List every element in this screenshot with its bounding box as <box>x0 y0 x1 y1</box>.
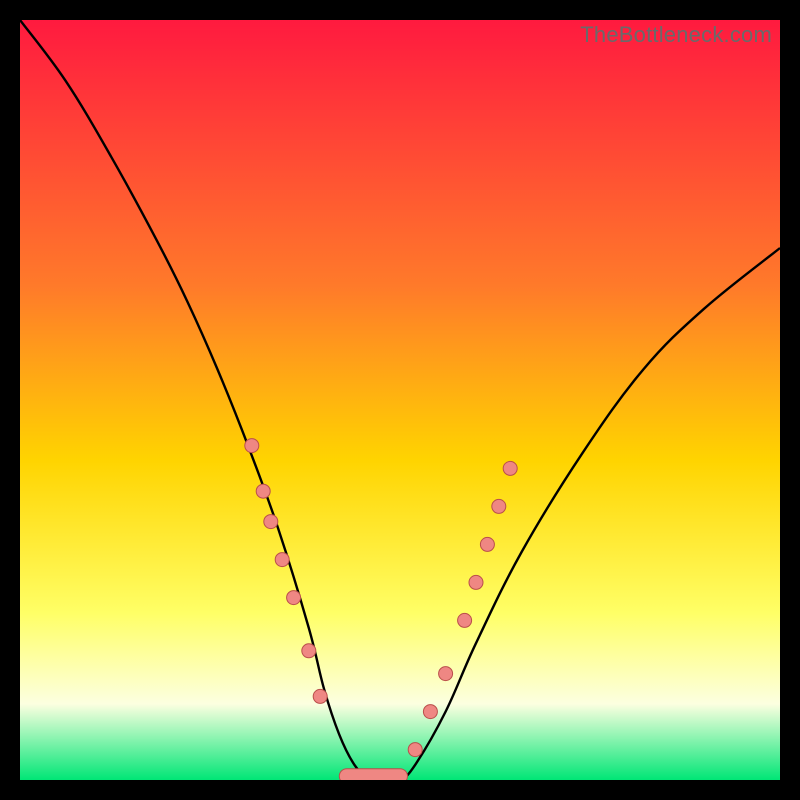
data-marker <box>469 575 483 589</box>
data-marker <box>302 644 316 658</box>
data-marker <box>480 537 494 551</box>
bottleneck-chart <box>20 20 780 780</box>
data-marker <box>423 705 437 719</box>
data-marker <box>256 484 270 498</box>
data-marker <box>492 499 506 513</box>
gradient-background <box>20 20 780 780</box>
data-marker <box>439 667 453 681</box>
data-marker <box>245 439 259 453</box>
data-marker <box>458 613 472 627</box>
data-marker <box>287 591 301 605</box>
watermark-text: TheBottleneck.com <box>580 22 772 48</box>
data-marker <box>503 461 517 475</box>
data-marker <box>264 515 278 529</box>
data-marker <box>408 743 422 757</box>
data-marker <box>313 689 327 703</box>
chart-frame: TheBottleneck.com <box>20 20 780 780</box>
data-marker <box>275 553 289 567</box>
